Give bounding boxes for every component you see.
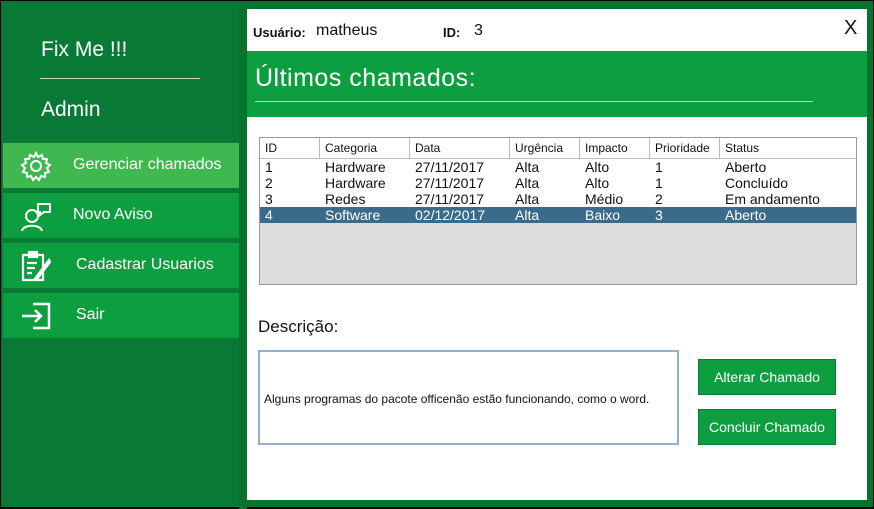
sidebar-item-cadastrar-usuarios[interactable]: Cadastrar Usuarios: [3, 243, 239, 288]
cell-urgencia: Alta: [515, 207, 540, 223]
page-header: Últimos chamados:: [247, 51, 867, 117]
cell-prioridade: 1: [655, 159, 663, 175]
user-info-bar: Usuário: matheus ID: 3 X: [247, 9, 867, 51]
cell-categoria: Hardware: [325, 159, 386, 175]
sidebar: Fix Me !!! Admin Gerenciar chamados Novo…: [2, 2, 239, 507]
cell-status: Concluído: [725, 175, 789, 191]
id-label: ID:: [443, 25, 461, 40]
app-title: Fix Me !!!: [41, 38, 128, 61]
sidebar-item-label: Sair: [76, 306, 105, 323]
id-value: 3: [474, 22, 483, 39]
cell-id: 1: [265, 159, 273, 175]
description-text: Alguns programas do pacote officenão est…: [264, 392, 650, 406]
sidebar-item-gerenciar-chamados[interactable]: Gerenciar chamados: [3, 143, 239, 188]
page-title: Últimos chamados:: [255, 64, 477, 92]
header-underline: [255, 101, 813, 102]
gear-icon: [20, 150, 52, 182]
sidebar-divider: [40, 78, 200, 79]
user-label: Usuário:: [253, 25, 306, 40]
sidebar-item-label: Cadastrar Usuarios: [76, 256, 214, 273]
cell-categoria: Hardware: [325, 175, 386, 191]
cell-status: Aberto: [725, 207, 767, 223]
user-value: matheus: [316, 22, 378, 39]
cell-impacto: Alto: [585, 175, 610, 191]
cell-prioridade: 1: [655, 175, 663, 191]
close-button[interactable]: X: [844, 17, 857, 40]
column-header-data[interactable]: Data: [410, 138, 510, 158]
cell-urgencia: Alta: [515, 175, 540, 191]
table-body: 1 Hardware 27/11/2017 Alta Alto 1 Aberto…: [260, 159, 856, 223]
column-header-impacto[interactable]: Impacto: [580, 138, 650, 158]
cell-categoria: Redes: [325, 191, 366, 207]
app-window: Fix Me !!! Admin Gerenciar chamados Novo…: [0, 0, 874, 509]
sidebar-item-label: Novo Aviso: [73, 206, 153, 223]
table-header: ID Categoria Data Urgência Impacto Prior…: [260, 138, 856, 159]
alter-ticket-button[interactable]: Alterar Chamado: [698, 359, 836, 395]
column-header-id[interactable]: ID: [260, 138, 320, 158]
sidebar-item-sair[interactable]: Sair: [3, 293, 239, 338]
tickets-table[interactable]: ID Categoria Data Urgência Impacto Prior…: [259, 137, 857, 285]
cell-prioridade: 3: [655, 207, 663, 223]
cell-id: 4: [265, 207, 273, 223]
cell-categoria: Software: [325, 207, 381, 223]
cell-impacto: Médio: [585, 191, 624, 207]
cell-status: Em andamento: [725, 191, 820, 207]
cell-urgencia: Alta: [515, 159, 540, 175]
user-role: Admin: [41, 98, 101, 121]
cell-id: 2: [265, 175, 273, 191]
description-textarea[interactable]: Alguns programas do pacote officenão est…: [258, 350, 679, 445]
column-header-status[interactable]: Status: [720, 138, 856, 158]
cell-data: 27/11/2017: [415, 159, 485, 175]
table-row[interactable]: 3 Redes 27/11/2017 Alta Médio 2 Em andam…: [260, 191, 856, 207]
clipboard-edit-icon: [21, 250, 52, 282]
column-header-prioridade[interactable]: Prioridade: [650, 138, 720, 158]
cell-data: 27/11/2017: [415, 175, 485, 191]
cell-impacto: Alto: [585, 159, 610, 175]
description-label: Descrição:: [258, 317, 339, 336]
user-chat-icon: [21, 203, 51, 232]
conclude-ticket-button[interactable]: Concluir Chamado: [698, 409, 836, 445]
exit-icon: [22, 302, 51, 330]
sidebar-item-novo-aviso[interactable]: Novo Aviso: [3, 193, 239, 238]
cell-data: 27/11/2017: [415, 191, 485, 207]
cell-urgencia: Alta: [515, 191, 540, 207]
column-header-urgencia[interactable]: Urgência: [510, 138, 580, 158]
cell-prioridade: 2: [655, 191, 663, 207]
cell-id: 3: [265, 191, 273, 207]
sidebar-item-label: Gerenciar chamados: [73, 156, 222, 173]
cell-data: 02/12/2017: [415, 207, 486, 223]
panel-divider: [239, 1, 247, 509]
cell-impacto: Baixo: [585, 207, 621, 223]
cell-status: Aberto: [725, 159, 767, 175]
column-header-categoria[interactable]: Categoria: [320, 138, 410, 158]
main-panel: Usuário: matheus ID: 3 X Últimos chamado…: [247, 9, 867, 500]
table-row[interactable]: 2 Hardware 27/11/2017 Alta Alto 1 Conclu…: [260, 175, 856, 191]
table-row-selected[interactable]: 4 Software 02/12/2017 Alta Baixo 3 Abert…: [260, 207, 856, 223]
table-row[interactable]: 1 Hardware 27/11/2017 Alta Alto 1 Aberto: [260, 159, 856, 175]
